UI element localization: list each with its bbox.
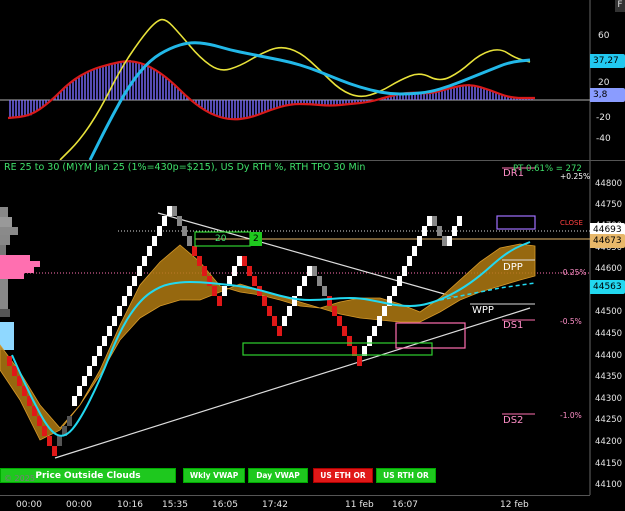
pct-minus05: -0.5%: [560, 317, 582, 326]
price-tick: 44350: [595, 372, 623, 382]
us-rth-or-button[interactable]: US RTH OR: [376, 468, 436, 483]
vwap-line: [11, 241, 531, 437]
price-tick: 44750: [595, 200, 623, 210]
osc-tick-neg40: -40: [596, 134, 611, 144]
renko-bricks: [7, 206, 462, 456]
price-tick: 44400: [595, 351, 623, 361]
osc-tick-neg20: -20: [596, 113, 611, 123]
osc-tick-20: 20: [598, 78, 610, 88]
time-tick: 10:16: [117, 500, 143, 510]
level-dpp: DPP: [503, 262, 523, 273]
time-tick: 00:00: [66, 500, 92, 510]
day-vwap-button[interactable]: Day VWAP: [248, 468, 308, 483]
osc-value-lower: 3,8: [590, 88, 625, 102]
level-ds1: DS1: [503, 320, 524, 331]
price-pane[interactable]: [0, 161, 625, 511]
pct-minus10: -1.0%: [560, 411, 582, 420]
price-tick: 44100: [595, 480, 623, 490]
copyright-text: © 2025: [4, 474, 35, 483]
time-tick: 00:00: [16, 500, 42, 510]
price-tick: 44150: [595, 459, 623, 469]
time-tick: 11 feb: [345, 500, 374, 510]
oscillator-signal-line: [7, 60, 535, 121]
price-tick: 44600: [595, 264, 623, 274]
level-close: CLOSE: [560, 219, 583, 227]
price-level-pill: 44673: [590, 234, 625, 248]
pane-menu-button[interactable]: F: [615, 0, 625, 12]
box-count-right: 2: [253, 234, 259, 244]
time-axis-line: [0, 495, 590, 496]
pct-plus025: +0.25%: [560, 172, 591, 181]
price-tick: 44450: [595, 329, 623, 339]
osc-value-upper: 37,27: [590, 54, 625, 68]
price-tick: 44200: [595, 437, 623, 447]
time-tick: 16:07: [392, 500, 418, 510]
us-eth-or-button[interactable]: US ETH OR: [313, 468, 373, 483]
volume-profile: [0, 207, 40, 350]
box-count-left: 20: [215, 234, 227, 244]
price-tick: 44800: [595, 179, 623, 189]
price-tick: 44300: [595, 394, 623, 404]
wkly-vwap-button[interactable]: Wkly VWAP: [183, 468, 245, 483]
price-tick: 44250: [595, 415, 623, 425]
time-tick: 16:05: [212, 500, 238, 510]
price-vwap-pill: 44563: [590, 280, 625, 294]
pct-minus025: -0.25%: [560, 268, 587, 277]
level-wpp: WPP: [472, 305, 494, 316]
osc-tick-60: 60: [598, 31, 610, 41]
trading-chart-window: F 60 20 -20 -40 37,27 3,8 RE 25 to 30 (M…: [0, 0, 625, 511]
time-tick: 17:42: [262, 500, 288, 510]
oscillator-pane[interactable]: [0, 0, 625, 160]
time-tick: 12 feb: [500, 500, 529, 510]
time-tick: 15:35: [162, 500, 188, 510]
level-ds2: DS2: [503, 415, 524, 426]
price-tick: 44500: [595, 307, 623, 317]
